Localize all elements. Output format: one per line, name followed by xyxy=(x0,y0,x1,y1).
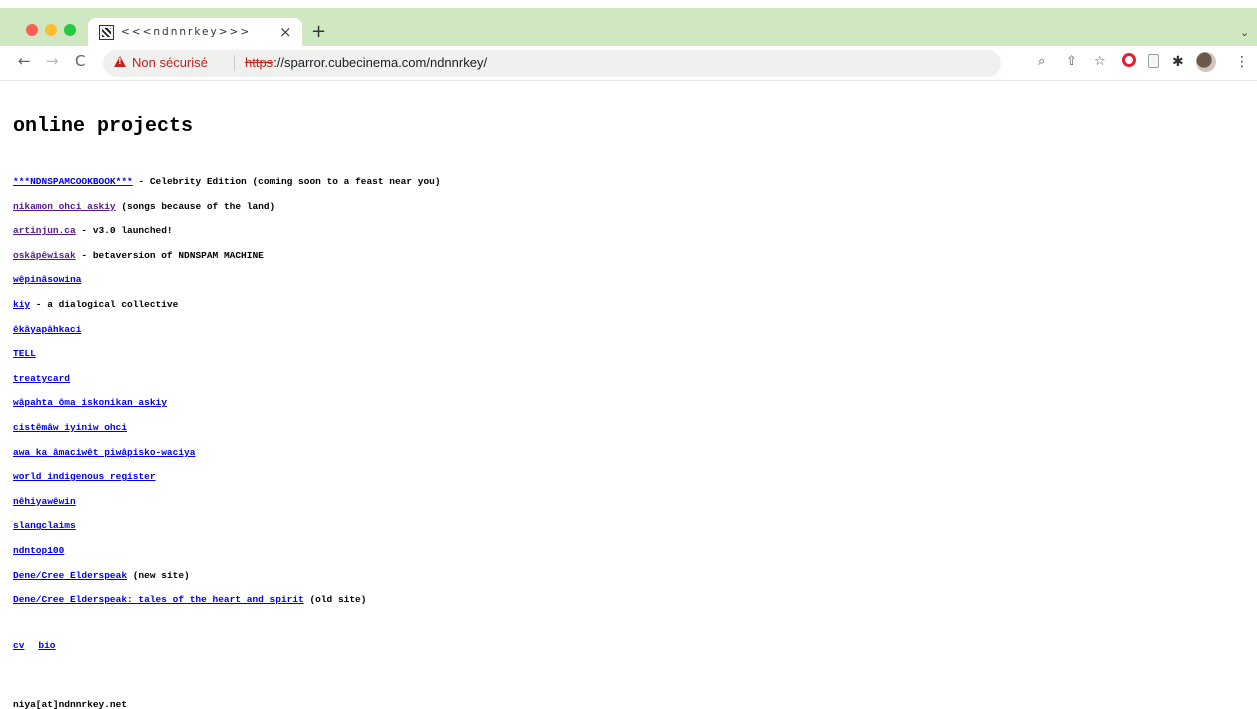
close-window-button[interactable] xyxy=(26,24,38,36)
project-link[interactable]: ***NDNSPAMCOOKBOOK*** xyxy=(13,176,133,187)
tab-search-chevron-icon[interactable]: ⌄ xyxy=(1240,26,1249,39)
project-note: (songs because of the land) xyxy=(115,200,276,212)
browser-tab-active[interactable]: <<<ndnnrkey>>> × xyxy=(88,18,302,46)
project-note: - v3.0 launched! xyxy=(75,225,173,237)
back-button[interactable]: ← xyxy=(18,52,31,70)
project-note: - betaversion of NDNSPAM MACHINE xyxy=(75,249,264,261)
project-link[interactable]: kiy xyxy=(13,299,30,310)
project-link[interactable]: Dene/Cree Elderspeak: tales of the heart… xyxy=(13,594,304,605)
opera-extension-icon[interactable] xyxy=(1122,53,1136,67)
project-link[interactable]: treatycard xyxy=(13,373,70,384)
site-favicon-icon xyxy=(99,25,114,40)
list-item: nêhiyawêwin xyxy=(13,496,1213,521)
project-link[interactable]: nêhiyawêwin xyxy=(13,496,76,507)
url-path: ://sparror.cubecinema.com/ndnnrkey/ xyxy=(273,55,488,70)
list-item: world indigenous register xyxy=(13,471,1213,496)
bio-link[interactable]: bio xyxy=(38,640,55,651)
list-item: Dene/Cree Elderspeak (new site) xyxy=(13,570,1213,595)
share-icon[interactable]: ⇧ xyxy=(1066,54,1077,69)
address-bar[interactable]: Non sécurisé https://sparror.cubecinema.… xyxy=(103,50,1001,77)
project-note: - a dialogical collective xyxy=(30,298,179,310)
browser-tabstrip: <<<ndnnrkey>>> × + ⌄ xyxy=(0,0,1257,46)
list-item: awa ka âmaciwêt piwâpisko-waciya xyxy=(13,447,1213,472)
bookmark-star-icon[interactable]: ☆ xyxy=(1094,54,1106,69)
footer-links: cv bio xyxy=(13,640,70,651)
list-item: TELL xyxy=(13,348,1213,373)
list-item: êkâyapâhkaci xyxy=(13,324,1213,349)
minimize-window-button[interactable] xyxy=(45,24,57,36)
list-item: treatycard xyxy=(13,373,1213,398)
profile-avatar[interactable] xyxy=(1196,52,1216,72)
project-link[interactable]: wâpahta ôma iskonikan askiy xyxy=(13,397,167,408)
list-item: ndntop100 xyxy=(13,545,1213,570)
project-link[interactable]: artinjun.ca xyxy=(13,225,76,236)
security-status-label[interactable]: Non sécurisé xyxy=(132,55,208,70)
cv-link[interactable]: cv xyxy=(13,640,24,651)
browser-menu-icon[interactable]: ⋮ xyxy=(1235,54,1249,70)
list-item: kiy - a dialogical collective xyxy=(13,299,1213,324)
project-list: ***NDNSPAMCOOKBOOK*** - Celebrity Editio… xyxy=(13,176,1213,619)
warning-triangle-icon[interactable] xyxy=(114,56,126,67)
project-link[interactable]: wêpinâsowina xyxy=(13,274,81,285)
new-tab-button[interactable]: + xyxy=(311,21,326,42)
project-link[interactable]: slangclaims xyxy=(13,520,76,531)
project-link[interactable]: nikamon ohci askiy xyxy=(13,201,116,212)
tab-title: <<<ndnnrkey>>> xyxy=(121,26,252,38)
list-item: ***NDNSPAMCOOKBOOK*** - Celebrity Editio… xyxy=(13,176,1213,201)
project-note: - Celebrity Edition (coming soon to a fe… xyxy=(132,176,441,187)
url-scheme: https xyxy=(245,55,274,70)
page-content: online projects ***NDNSPAMCOOKBOOK*** - … xyxy=(13,82,1243,709)
list-item: oskâpêwisak - betaversion of NDNSPAM MAC… xyxy=(13,250,1213,275)
project-link[interactable]: cistêmâw iyiniw ohci xyxy=(13,422,127,433)
list-item: wâpahta ôma iskonikan askiy xyxy=(13,397,1213,422)
tab-close-icon[interactable]: × xyxy=(279,23,292,41)
list-item: slangclaims xyxy=(13,520,1213,545)
zoom-icon[interactable]: ⌕ xyxy=(1038,54,1045,69)
document-extension-icon[interactable] xyxy=(1148,54,1159,68)
project-link[interactable]: TELL xyxy=(13,348,36,359)
project-link[interactable]: Dene/Cree Elderspeak xyxy=(13,570,127,581)
project-link[interactable]: awa ka âmaciwêt piwâpisko-waciya xyxy=(13,447,195,458)
reload-button[interactable]: C xyxy=(75,52,85,70)
window-top-edge xyxy=(0,0,1257,8)
browser-toolbar: ← → C Non sécurisé https://sparror.cubec… xyxy=(0,46,1257,81)
url-text[interactable]: https://sparror.cubecinema.com/ndnnrkey/ xyxy=(245,55,487,70)
list-item: wêpinâsowina xyxy=(13,274,1213,299)
address-divider xyxy=(234,55,235,71)
page-title: online projects xyxy=(13,115,194,138)
extensions-puzzle-icon[interactable]: ✱ xyxy=(1172,54,1184,70)
forward-button[interactable]: → xyxy=(46,52,59,70)
list-item: Dene/Cree Elderspeak: tales of the heart… xyxy=(13,594,1213,619)
maximize-window-button[interactable] xyxy=(64,24,76,36)
project-link[interactable]: world indigenous register xyxy=(13,471,156,482)
list-item: artinjun.ca - v3.0 launched! xyxy=(13,225,1213,250)
project-link[interactable]: ndntop100 xyxy=(13,545,64,556)
list-item: cistêmâw iyiniw ohci xyxy=(13,422,1213,447)
contact-email: niya[at]ndnnrkey.net xyxy=(13,699,128,709)
list-item: nikamon ohci askiy (songs because of the… xyxy=(13,201,1213,226)
project-link[interactable]: oskâpêwisak xyxy=(13,250,76,261)
project-note: (old site) xyxy=(303,594,367,606)
project-link[interactable]: êkâyapâhkaci xyxy=(13,324,81,335)
project-note: (new site) xyxy=(127,569,190,581)
